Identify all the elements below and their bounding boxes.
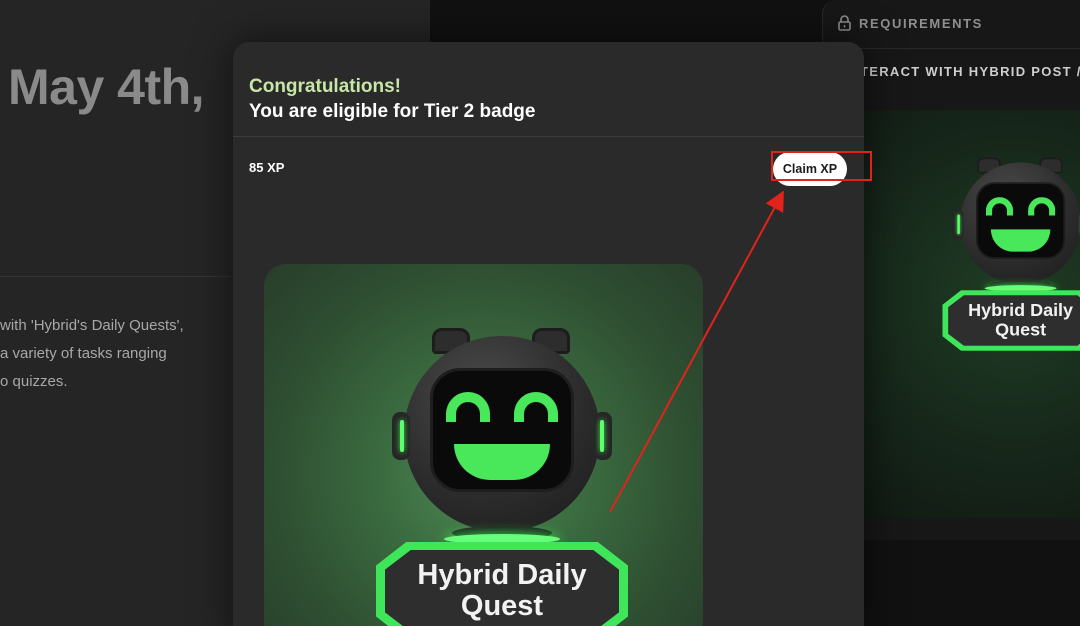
robot-side-light <box>392 412 410 460</box>
quest-description: with 'Hybrid's Daily Quests', a variety … <box>0 312 240 396</box>
badge-label-line: Hybrid Daily <box>417 559 587 591</box>
modal-header: Congratulations! You are eligible for Ti… <box>233 42 864 137</box>
robot-badge-illustration: Hybrid Daily Quest <box>940 150 1080 355</box>
requirements-header: REQUIREMENTS <box>838 10 983 36</box>
date-heading: May 4th, <box>8 59 205 115</box>
description-line: o quizzes. <box>0 373 68 390</box>
robot-side-light <box>594 412 612 460</box>
requirement-badge-image: Hybrid Daily Quest <box>858 110 1080 518</box>
badge-label: Hybrid Daily Quest <box>968 300 1074 340</box>
annotation-highlight-box <box>771 151 872 181</box>
requirement-item[interactable]: TERACT WITH HYBRID POST / <box>860 64 1080 79</box>
robot-badge-illustration: Hybrid Daily Quest <box>372 316 632 626</box>
claim-modal: Congratulations! You are eligible for Ti… <box>233 42 864 626</box>
description-line: a variety of tasks ranging <box>0 345 167 362</box>
badge-label-line: Quest <box>460 590 544 622</box>
requirements-title: REQUIREMENTS <box>859 15 983 31</box>
lock-icon <box>838 15 851 31</box>
congrats-title: Congratulations! <box>249 76 401 97</box>
badge-image-card: Hybrid Daily Quest <box>264 264 703 626</box>
xp-amount: 85 XP <box>249 160 285 175</box>
badge-label: Hybrid Daily Quest <box>376 560 628 622</box>
app-stage: May 4th, with 'Hybrid's Daily Quests', a… <box>0 0 1080 626</box>
description-line: with 'Hybrid's Daily Quests', <box>0 317 184 334</box>
eligibility-text: You are eligible for Tier 2 badge <box>249 101 536 122</box>
